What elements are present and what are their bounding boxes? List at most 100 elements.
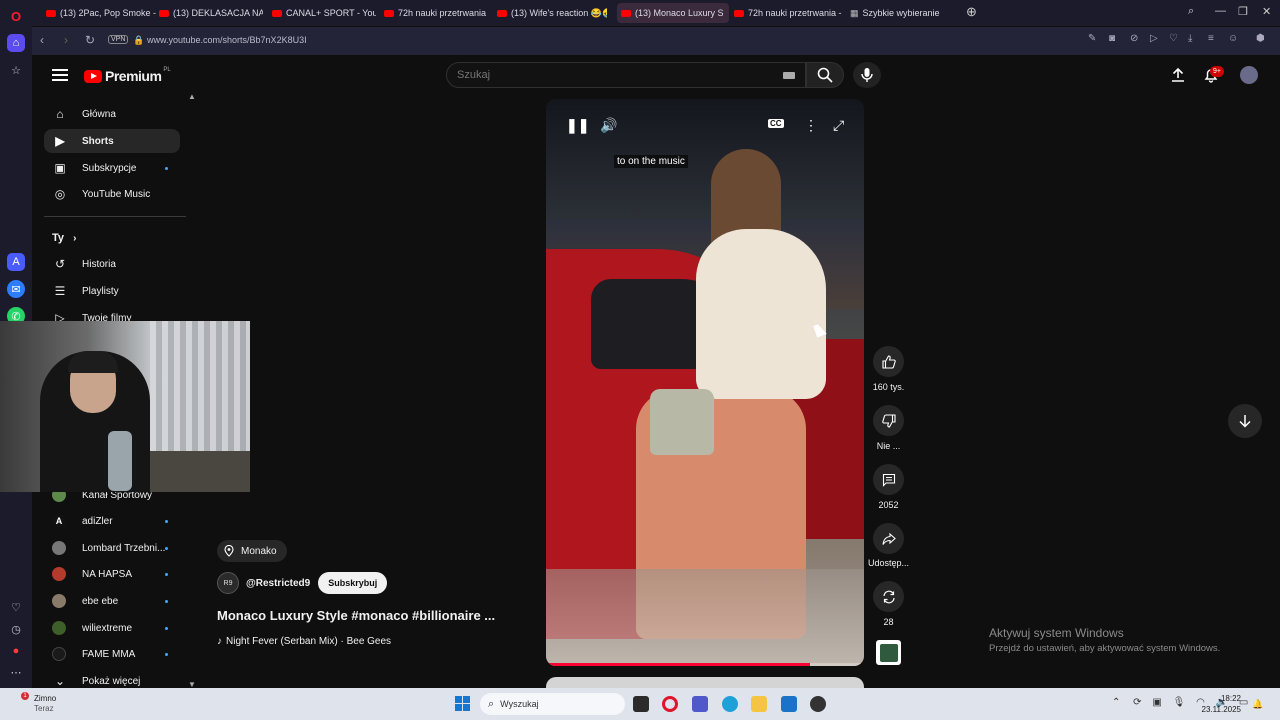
sidebar-item-youtube-music[interactable]: ◎ YouTube Music <box>44 182 180 206</box>
youtube-premium-logo[interactable]: Premium PL <box>84 67 171 84</box>
url-field[interactable]: www.youtube.com/shorts/Bb7nX2K8U3I <box>147 35 307 45</box>
sidebar-subscription-item[interactable]: FAME MMA <box>44 642 180 666</box>
subscribe-button[interactable]: Subskrybuj <box>318 572 388 594</box>
account-avatar[interactable] <box>1240 66 1258 84</box>
lock-icon[interactable]: 🔒 <box>133 35 144 46</box>
tab-active[interactable]: (13) Monaco Luxury S <box>617 3 729 23</box>
close-icon[interactable]: ✕ <box>1262 5 1271 18</box>
remix-button[interactable] <box>873 581 904 612</box>
adblock-icon[interactable]: ⊘ <box>1130 33 1138 44</box>
microphone-icon[interactable]: 🎙 <box>1173 697 1186 708</box>
app-icon[interactable] <box>810 696 826 712</box>
sidebar-item-home[interactable]: ⌂ Główna <box>44 102 180 126</box>
remix-icon <box>882 590 895 603</box>
sidebar-subscription-item[interactable]: Lombard Trzebni... <box>44 536 180 560</box>
like-button[interactable] <box>873 346 904 377</box>
search-tabs-icon[interactable]: ⌕ <box>1188 5 1194 18</box>
clock-icon[interactable]: ◷ <box>7 620 25 638</box>
sidebar-section-you[interactable]: Ty › <box>52 232 76 244</box>
share-button[interactable] <box>873 523 904 554</box>
sidebar-item-playlists[interactable]: ☰ Playlisty <box>44 279 180 303</box>
tab[interactable]: 72h nauki przetrwania - o <box>734 3 842 23</box>
hamburger-menu-icon[interactable] <box>52 67 68 83</box>
menu-icon[interactable]: ≡ <box>1208 33 1214 44</box>
channel-avatar[interactable]: R9 <box>217 572 239 594</box>
player-icon[interactable]: ▷ <box>1150 33 1158 44</box>
location-chip[interactable]: Monako <box>217 540 287 562</box>
tab[interactable]: (13) 2Pac, Pop Smoke - W <box>46 3 156 23</box>
comments-button[interactable] <box>873 464 904 495</box>
next-video-preview[interactable] <box>546 677 864 688</box>
sidebar-subscription-item[interactable]: wiliextreme <box>44 616 180 640</box>
more-icon[interactable]: ⋯ <box>7 663 25 681</box>
sidebar-subscription-item[interactable]: AadiZler <box>44 509 180 533</box>
fullscreen-icon[interactable]: ⤢ <box>833 117 844 134</box>
file-explorer-icon[interactable] <box>751 696 767 712</box>
windows-start-icon[interactable] <box>455 696 470 711</box>
tab-speed-dial[interactable]: ▦ Szybkie wybieranie <box>850 3 950 23</box>
sound-thumbnail[interactable] <box>876 640 901 665</box>
music-link[interactable]: ♪ Night Fever (Serban Mix) · Bee Gees <box>217 636 391 647</box>
profile-icon[interactable]: ☺ <box>1228 33 1238 44</box>
teams-icon[interactable] <box>692 696 708 712</box>
volume-icon[interactable]: 🔊 <box>600 117 617 134</box>
maximize-icon[interactable]: ❐ <box>1238 5 1248 18</box>
vpn-badge[interactable]: VPN <box>108 35 129 44</box>
tab[interactable]: CANAL+ SPORT - YouTub <box>272 3 376 23</box>
pause-icon[interactable]: ❚❚ <box>566 117 589 134</box>
pinboard-icon[interactable]: ☆ <box>7 61 25 79</box>
sidebar-item-subscriptions[interactable]: ▣ Subskrypcje <box>44 156 180 180</box>
channel-avatar <box>52 621 66 635</box>
task-view-icon[interactable] <box>633 696 649 712</box>
search-input[interactable] <box>457 69 757 81</box>
extensions-icon[interactable]: ⬢ <box>1256 33 1265 44</box>
store-icon[interactable] <box>781 696 797 712</box>
app-tray-icon[interactable]: ▣ <box>1152 697 1161 708</box>
sidebar-scroll-up-icon[interactable]: ▲ <box>188 92 196 101</box>
sidebar-item-shorts[interactable]: ▶ Shorts <box>44 129 180 153</box>
video-title[interactable]: Monaco Luxury Style #monaco #billionaire… <box>217 608 495 623</box>
new-tab-icon[interactable]: ⊕ <box>966 4 977 20</box>
sidebar-item-history[interactable]: ↺ Historia <box>44 252 180 276</box>
dislike-button[interactable] <box>873 405 904 436</box>
settings-icon[interactable]: ● <box>7 642 25 660</box>
tab[interactable]: 72h nauki przetrwania - o <box>384 3 488 23</box>
sync-icon[interactable]: ⟳ <box>1133 697 1141 708</box>
back-icon[interactable]: ‹ <box>40 33 44 47</box>
taskbar-clock[interactable]: 18:22 23.11.2025 <box>1197 693 1241 715</box>
create-upload-icon[interactable] <box>1170 67 1186 88</box>
camera-icon[interactable]: ◙ <box>1109 33 1115 44</box>
taskbar-search[interactable]: ⌕ Wyszukaj <box>480 693 625 715</box>
download-icon[interactable]: ⤓ <box>1188 33 1192 44</box>
weather-widget[interactable]: Zimno Teraz <box>18 694 56 714</box>
messenger-icon[interactable]: ✉ <box>7 280 25 298</box>
shorts-video-player[interactable]: ❚❚ 🔊 CC ⋮ ⤢ to on the music <box>546 99 864 666</box>
heart-icon[interactable]: ♡ <box>7 598 25 616</box>
channel-name[interactable]: @Restricted9 <box>246 578 310 589</box>
sidebar-subscription-item[interactable]: ebe ebe <box>44 589 180 613</box>
home-icon[interactable]: ⌂ <box>7 34 25 52</box>
tab[interactable]: (13) Wife's reaction 😂🤣 <box>497 3 607 23</box>
voice-search-button[interactable] <box>853 62 881 88</box>
channel-avatar <box>52 541 66 555</box>
opera-logo-icon[interactable]: O <box>7 7 25 25</box>
more-options-icon[interactable]: ⋮ <box>804 117 818 134</box>
minimize-icon[interactable]: — <box>1215 5 1226 17</box>
captions-icon[interactable]: CC <box>768 119 784 128</box>
edit-icon[interactable]: ✎ <box>1088 33 1096 44</box>
chevron-up-icon[interactable]: ⌃ <box>1112 697 1120 708</box>
forward-icon[interactable]: › <box>64 33 68 47</box>
next-short-button[interactable] <box>1228 404 1262 438</box>
video-progress-bar[interactable] <box>546 663 864 666</box>
sidebar-subscription-item[interactable]: NA HAPSA <box>44 562 180 586</box>
keyboard-icon[interactable] <box>783 72 795 79</box>
aria-icon[interactable]: A <box>7 253 25 271</box>
tab[interactable]: (13) DEKLASACJA NA ANI <box>159 3 263 23</box>
favorite-icon[interactable]: ♡ <box>1169 33 1178 44</box>
search-button[interactable] <box>806 62 844 88</box>
new-content-dot <box>165 166 168 170</box>
notification-center-icon[interactable]: 🔔 <box>1252 699 1263 710</box>
reload-icon[interactable]: ↻ <box>85 33 95 47</box>
opera-taskbar-icon[interactable] <box>662 696 678 712</box>
edge-icon[interactable] <box>722 696 738 712</box>
